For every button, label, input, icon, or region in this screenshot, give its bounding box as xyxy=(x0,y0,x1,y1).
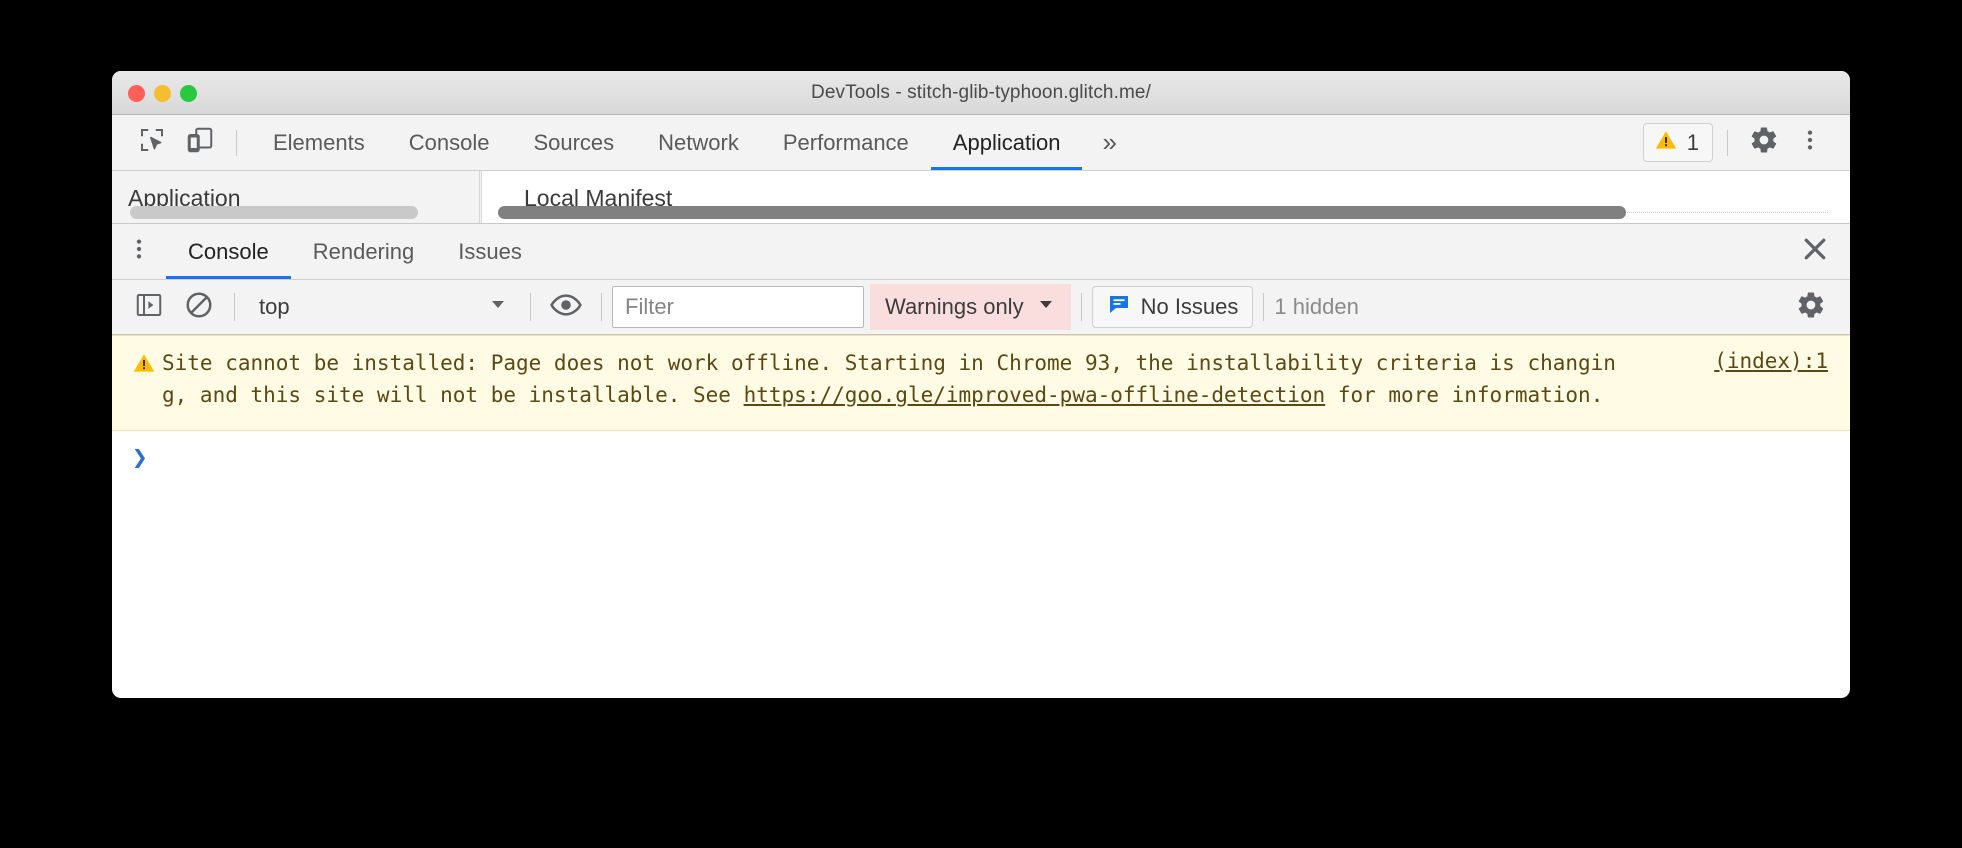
tab-performance-label: Performance xyxy=(782,129,909,155)
console-issues-label: No Issues xyxy=(1140,294,1239,319)
live-expression-eye-icon xyxy=(550,289,582,326)
console-prompt-row[interactable]: ❯ xyxy=(112,431,1850,491)
drawer-tab-issues-label: Issues xyxy=(458,238,522,264)
clear-console-button[interactable] xyxy=(174,284,224,330)
console-log-level-selector[interactable]: Warnings only xyxy=(870,284,1071,330)
console-context-selector[interactable]: top xyxy=(245,285,520,329)
console-context-value: top xyxy=(259,294,290,319)
console-message-list: Site cannot be installed: Page does not … xyxy=(112,335,1850,590)
console-warning-link[interactable]: https://goo.gle/improved-pwa-offline-det… xyxy=(744,383,1326,407)
devtools-main-toolbar: Elements Console Sources Network Perform… xyxy=(112,115,1850,171)
tab-elements-label: Elements xyxy=(273,129,365,155)
inspect-element-button[interactable] xyxy=(130,122,174,164)
gear-icon xyxy=(1796,290,1826,325)
window-titlebar: DevTools - stitch-glib-typhoon.glitch.me… xyxy=(112,71,1850,115)
live-expression-button[interactable] xyxy=(541,284,591,330)
console-sidebar-toggle-icon xyxy=(134,290,164,325)
sidebar-horizontal-scrollbar[interactable] xyxy=(130,206,418,219)
console-filter-input[interactable]: Filter xyxy=(612,286,864,328)
tab-network-label: Network xyxy=(658,129,739,155)
tab-sources-label: Sources xyxy=(533,129,615,155)
console-log-level-value: Warnings only xyxy=(885,294,1024,319)
drawer-tabbar: Console Rendering Issues xyxy=(112,224,1850,280)
drawer-tab-issues[interactable]: Issues xyxy=(436,224,544,279)
toolbar-divider xyxy=(530,293,531,321)
clear-console-icon xyxy=(184,290,214,325)
kebab-menu-icon xyxy=(1797,127,1823,158)
devtools-main-menu-button[interactable] xyxy=(1788,122,1832,164)
content-horizontal-scrollbar[interactable] xyxy=(498,206,1626,219)
drawer-tab-rendering[interactable]: Rendering xyxy=(291,224,437,279)
console-issues-button[interactable]: No Issues xyxy=(1091,286,1254,328)
tab-elements[interactable]: Elements xyxy=(251,115,387,170)
console-warning-text-after: for more information. xyxy=(1325,383,1604,407)
drawer-tab-console[interactable]: Console xyxy=(166,224,291,279)
tab-console[interactable]: Console xyxy=(387,115,512,170)
toolbar-icon-group xyxy=(112,122,222,164)
device-toolbar-button[interactable] xyxy=(178,122,222,164)
tab-console-label: Console xyxy=(408,129,490,155)
devtools-window: DevTools - stitch-glib-typhoon.glitch.me… xyxy=(112,71,1850,698)
application-panel-strip: Application Local Manifest xyxy=(112,171,1850,224)
tab-sources[interactable]: Sources xyxy=(511,115,636,170)
window-title: DevTools - stitch-glib-typhoon.glitch.me… xyxy=(811,82,1151,103)
issues-speech-bubble-icon xyxy=(1107,292,1131,322)
devtools-settings-button[interactable] xyxy=(1742,122,1786,164)
console-toolbar: top Filter Warnings only No Issues 1 hid… xyxy=(112,280,1850,335)
devtools-panel-tabs: Elements Console Sources Network Perform… xyxy=(251,115,1137,170)
console-filter-placeholder: Filter xyxy=(625,294,674,319)
tab-application-label: Application xyxy=(952,129,1061,155)
chevron-double-right-icon: » xyxy=(1102,127,1117,157)
toolbar-divider xyxy=(1263,293,1265,321)
chevron-down-icon xyxy=(1036,294,1056,320)
tab-application[interactable]: Application xyxy=(930,115,1083,170)
warning-count-badge[interactable]: 1 xyxy=(1642,123,1713,162)
warning-triangle-icon xyxy=(132,351,156,380)
gear-icon xyxy=(1749,125,1779,160)
devtools-toolbar-right: 1 xyxy=(1642,122,1850,164)
warning-count-label: 1 xyxy=(1686,129,1699,155)
device-toolbar-icon xyxy=(185,125,215,160)
toolbar-divider xyxy=(1080,293,1082,321)
console-hidden-count: 1 hidden xyxy=(1274,294,1359,319)
kebab-menu-icon xyxy=(126,236,152,267)
more-tabs-button[interactable]: » xyxy=(1082,115,1136,170)
console-sidebar-toggle-button[interactable] xyxy=(124,284,174,330)
console-message-source-link[interactable]: (index):1 xyxy=(1714,349,1828,373)
toolbar-divider xyxy=(234,293,235,321)
inspect-element-icon xyxy=(137,125,167,160)
console-warning-message[interactable]: Site cannot be installed: Page does not … xyxy=(112,335,1850,431)
drawer-menu-button[interactable] xyxy=(112,224,166,279)
console-warning-text: Site cannot be installed: Page does not … xyxy=(162,347,1630,411)
tab-network[interactable]: Network xyxy=(636,115,761,170)
drawer-tab-rendering-label: Rendering xyxy=(312,238,415,264)
toolbar-divider xyxy=(601,293,602,321)
toolbar-divider xyxy=(236,129,237,156)
drawer-tab-console-label: Console xyxy=(188,238,269,264)
console-settings-button[interactable] xyxy=(1786,284,1836,330)
close-icon xyxy=(1800,234,1830,269)
chevron-down-icon xyxy=(488,294,508,320)
warning-triangle-icon xyxy=(1654,128,1678,157)
tab-performance[interactable]: Performance xyxy=(761,115,931,170)
toolbar-divider xyxy=(1727,129,1728,156)
console-prompt-chevron-icon: ❯ xyxy=(132,443,148,473)
drawer-close-button[interactable] xyxy=(1780,224,1850,279)
